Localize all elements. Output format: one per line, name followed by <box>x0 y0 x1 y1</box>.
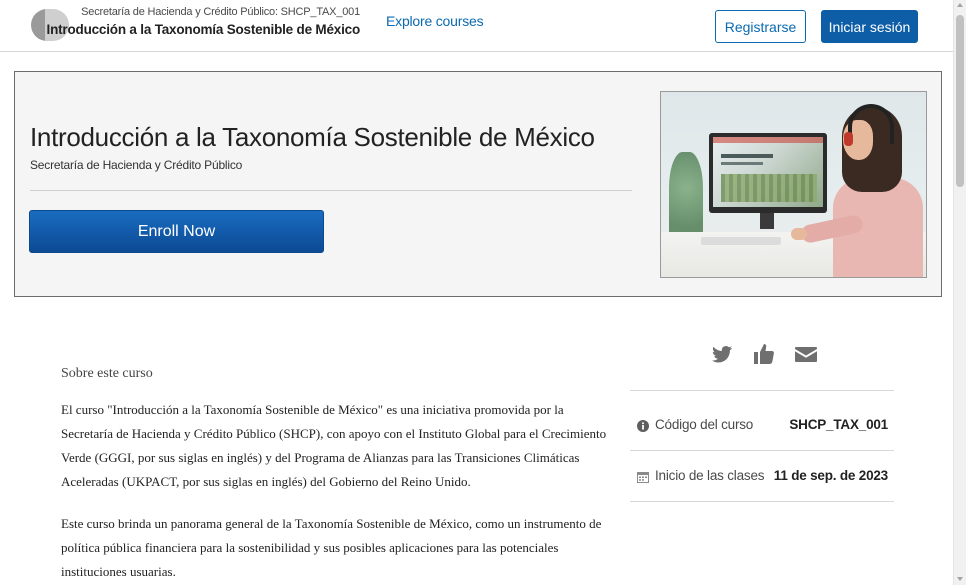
about-paragraph-2: Este curso brinda un panorama general de… <box>61 516 602 579</box>
calendar-icon <box>637 472 649 483</box>
image-screen-bar <box>713 137 823 143</box>
image-monitor-stand <box>760 213 774 229</box>
scroll-thumb[interactable] <box>956 15 964 187</box>
email-icon[interactable] <box>794 342 818 366</box>
header-course-name: Introducción a la Taxonomía Sostenible d… <box>46 22 361 37</box>
image-keyboard <box>701 237 781 245</box>
info-row-start-date: Inicio de las clases 11 de sep. de 2023 <box>630 454 894 502</box>
course-code-label: Código del curso <box>655 417 754 432</box>
course-hero: Introducción a la Taxonomía Sostenible d… <box>14 71 942 297</box>
login-button[interactable]: Iniciar sesión <box>821 10 918 43</box>
course-hero-image <box>660 91 927 278</box>
register-button[interactable]: Registrarse <box>715 10 806 43</box>
hero-divider <box>30 190 632 191</box>
site-header: Secretaría de Hacienda y Crédito Público… <box>0 0 953 52</box>
image-screen-title <box>721 154 773 158</box>
explore-courses-link[interactable]: Explore courses <box>386 13 484 29</box>
image-plant <box>669 152 703 242</box>
image-screen-subtitle <box>721 162 763 165</box>
image-headset-ear <box>844 132 853 146</box>
info-row-course-code: Código del curso SHCP_TAX_001 <box>630 403 894 451</box>
image-screen-field <box>721 174 817 202</box>
like-icon[interactable] <box>752 342 776 366</box>
course-title: Introducción a la Taxonomía Sostenible d… <box>30 122 595 152</box>
image-headset <box>848 104 894 144</box>
scroll-up-arrow-icon[interactable] <box>957 3 963 7</box>
enroll-now-button[interactable]: Enroll Now <box>29 210 324 253</box>
share-icons <box>710 342 820 366</box>
header-course-org: Secretaría de Hacienda y Crédito Público… <box>81 6 360 18</box>
about-heading: Sobre este curso <box>61 366 153 381</box>
start-date-value: 11 de sep. de 2023 <box>773 468 888 483</box>
scroll-down-arrow-icon[interactable] <box>957 577 963 581</box>
about-paragraph-1: El curso "Introducción a la Taxonomía So… <box>61 402 607 489</box>
page-scrollbar[interactable] <box>953 0 966 585</box>
info-icon <box>637 420 649 432</box>
course-code-value: SHCP_TAX_001 <box>789 417 888 432</box>
course-organization: Secretaría de Hacienda y Crédito Público <box>30 158 243 172</box>
info-panel-divider <box>630 390 894 391</box>
start-date-label: Inicio de las clases <box>655 468 765 483</box>
twitter-icon[interactable] <box>710 342 734 366</box>
image-person-hand <box>791 228 807 240</box>
